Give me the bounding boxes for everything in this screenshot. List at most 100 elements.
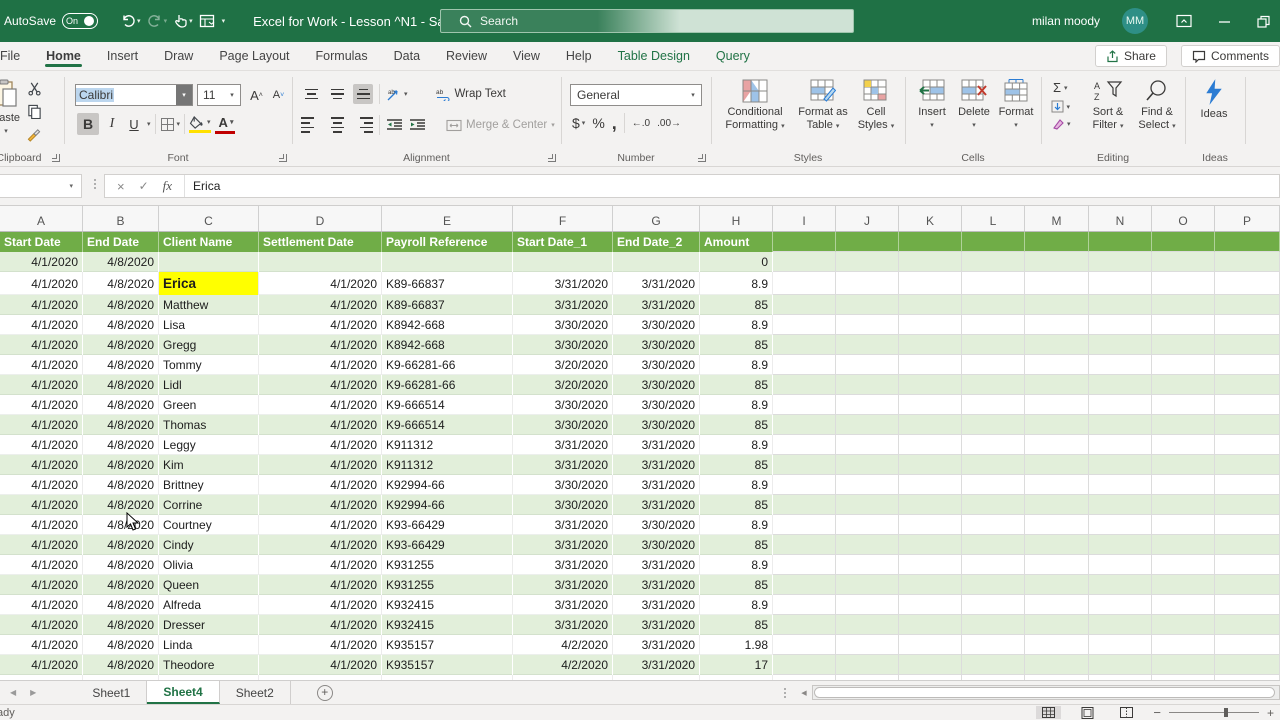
cell[interactable]: K935157 <box>382 635 513 655</box>
cell[interactable] <box>1152 335 1215 355</box>
cell[interactable] <box>773 395 836 415</box>
cell[interactable]: 4/8/2020 <box>83 615 159 635</box>
cell[interactable] <box>1089 295 1152 315</box>
cell[interactable]: K93-66429 <box>382 515 513 535</box>
cell[interactable]: Linda <box>159 635 259 655</box>
cell[interactable] <box>1025 455 1089 475</box>
cell[interactable]: 3/31/2020 <box>513 455 613 475</box>
horizontal-scrollbar-thumb[interactable] <box>814 687 1275 698</box>
cell[interactable] <box>836 475 899 495</box>
cell[interactable] <box>1215 435 1280 455</box>
cell[interactable]: 3/30/2020 <box>613 335 700 355</box>
tab-draw[interactable]: Draw <box>151 43 206 70</box>
undo-button[interactable]: ▾ <box>118 11 143 31</box>
cell[interactable]: 4/8/2020 <box>83 272 159 295</box>
quick-access-save-button[interactable] <box>197 11 218 31</box>
cell[interactable] <box>962 315 1025 335</box>
cell[interactable] <box>773 335 836 355</box>
cell[interactable] <box>1152 635 1215 655</box>
font-color-button[interactable]: A▾ <box>215 115 236 134</box>
cell[interactable] <box>1215 595 1280 615</box>
cell[interactable] <box>899 295 962 315</box>
cell[interactable] <box>899 475 962 495</box>
cell[interactable]: 4/1/2020 <box>259 495 382 515</box>
merge-center-button[interactable]: Merge & Center ▾ <box>446 119 555 132</box>
cell[interactable]: 4/1/2020 <box>259 375 382 395</box>
cell[interactable] <box>1152 535 1215 555</box>
cell[interactable]: 3/30/2020 <box>513 315 613 335</box>
bold-button[interactable]: B <box>77 113 99 135</box>
cell[interactable]: Theodore <box>159 655 259 675</box>
cell[interactable] <box>899 232 962 252</box>
cell[interactable] <box>899 555 962 575</box>
cell[interactable] <box>773 232 836 252</box>
minimize-icon[interactable] <box>1218 15 1231 28</box>
cell[interactable] <box>836 252 899 272</box>
cell[interactable]: 3/31/2020 <box>613 295 700 315</box>
cell[interactable] <box>962 335 1025 355</box>
cell[interactable]: 4/8/2020 <box>83 295 159 315</box>
cell[interactable]: Tommy <box>159 355 259 375</box>
share-button[interactable]: Share <box>1095 45 1167 67</box>
borders-button[interactable]: ▾ <box>160 117 181 132</box>
avatar[interactable]: MM <box>1122 8 1148 34</box>
column-header-M[interactable]: M <box>1025 206 1089 231</box>
cell[interactable]: K931255 <box>382 555 513 575</box>
table-header-cell[interactable]: Amount <box>700 232 773 252</box>
cell[interactable] <box>1215 655 1280 675</box>
cell[interactable]: 4/2/2020 <box>513 655 613 675</box>
cell[interactable] <box>1215 272 1280 295</box>
cell[interactable]: 4/8/2020 <box>83 315 159 335</box>
column-header-F[interactable]: F <box>513 206 613 231</box>
cell[interactable]: 4/1/2020 <box>259 435 382 455</box>
copy-button[interactable] <box>26 104 42 119</box>
cell[interactable]: Alfreda <box>159 595 259 615</box>
cell[interactable] <box>1025 252 1089 272</box>
cell[interactable]: Leggy <box>159 435 259 455</box>
cell[interactable]: K911312 <box>382 435 513 455</box>
cell[interactable]: K9-666514 <box>382 415 513 435</box>
cell[interactable] <box>613 252 700 272</box>
formula-input[interactable]: Erica <box>185 179 220 193</box>
cell[interactable]: 4/8/2020 <box>83 575 159 595</box>
cell[interactable]: K93-66429 <box>382 535 513 555</box>
cell[interactable] <box>836 515 899 535</box>
cell[interactable]: 3/30/2020 <box>613 315 700 335</box>
cell[interactable]: 85 <box>700 375 773 395</box>
cell[interactable] <box>962 355 1025 375</box>
middle-align-button[interactable] <box>327 84 347 104</box>
cell[interactable]: 3/30/2020 <box>613 395 700 415</box>
cell[interactable]: 17 <box>700 655 773 675</box>
cell[interactable] <box>1025 495 1089 515</box>
cell[interactable]: 4/8/2020 <box>83 595 159 615</box>
cell[interactable]: Olivia <box>159 555 259 575</box>
cell[interactable] <box>836 635 899 655</box>
cell[interactable] <box>962 635 1025 655</box>
table-header-cell[interactable]: End Date <box>83 232 159 252</box>
cell[interactable]: K8942-668 <box>382 315 513 335</box>
cell[interactable] <box>773 615 836 635</box>
cell[interactable] <box>836 555 899 575</box>
cell[interactable]: 4/1/2020 <box>0 495 83 515</box>
cell[interactable]: 3/31/2020 <box>513 555 613 575</box>
format-cells-button[interactable]: Format ▾ <box>996 79 1036 130</box>
sheet-tab-sheet4[interactable]: Sheet4 <box>147 681 219 704</box>
cell[interactable]: 3/31/2020 <box>513 435 613 455</box>
cell[interactable] <box>1089 515 1152 535</box>
cell[interactable] <box>962 455 1025 475</box>
cell[interactable]: 3/20/2020 <box>513 355 613 375</box>
cell[interactable] <box>773 355 836 375</box>
cell[interactable]: Kim <box>159 455 259 475</box>
cell[interactable] <box>1152 555 1215 575</box>
fill-color-button[interactable]: ▾ <box>189 116 211 133</box>
cell[interactable] <box>1215 615 1280 635</box>
cell[interactable] <box>1025 272 1089 295</box>
cell[interactable]: 4/1/2020 <box>0 615 83 635</box>
cell[interactable]: 4/8/2020 <box>83 515 159 535</box>
comma-format-button[interactable]: , <box>612 118 617 128</box>
cell[interactable] <box>836 355 899 375</box>
cell[interactable]: Matthew <box>159 295 259 315</box>
cell[interactable]: Brittney <box>159 475 259 495</box>
cell[interactable] <box>773 272 836 295</box>
cell[interactable] <box>1152 272 1215 295</box>
